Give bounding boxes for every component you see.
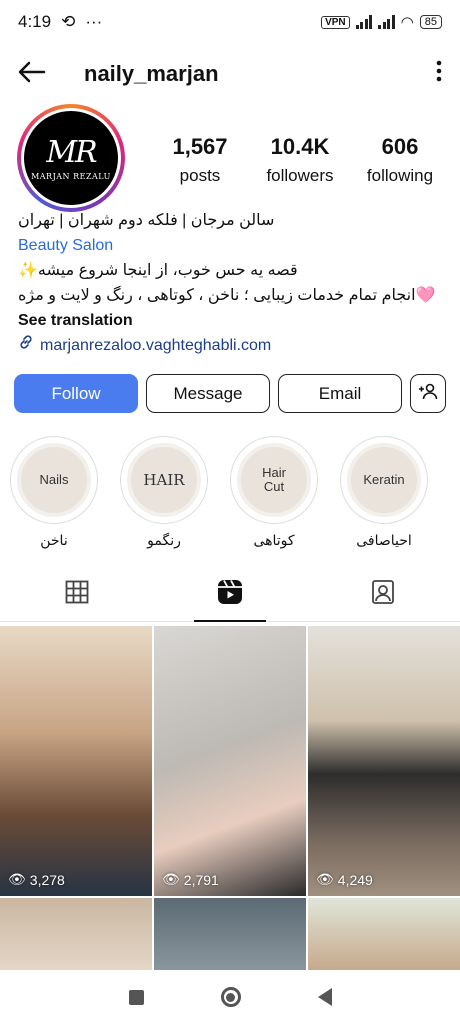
bio-line: سالن مرجان | فلکه دوم شهران | تهران bbox=[18, 212, 275, 229]
username-title: naily_marjan bbox=[84, 61, 219, 86]
profile-avatar-ring[interactable]: MR MARJAN REZALU bbox=[17, 104, 125, 212]
system-nav-bar bbox=[0, 970, 460, 1024]
eye-icon: 👁 bbox=[8, 871, 26, 887]
vpn-badge: VPN bbox=[321, 15, 350, 29]
highlight-item[interactable]: Hair Cut کوتاهی bbox=[230, 436, 318, 549]
status-time: 4:19 bbox=[18, 12, 52, 31]
reel-thumbnail[interactable]: 👁 2,791 bbox=[154, 626, 306, 896]
reel-thumbnail[interactable]: 👁 4,249 bbox=[308, 626, 460, 896]
profile-tabs bbox=[0, 568, 460, 622]
highlight-label: احیاصافی bbox=[356, 532, 412, 548]
highlight-cover: Hair Cut bbox=[237, 443, 311, 517]
tab-tagged[interactable] bbox=[307, 568, 460, 621]
reel-thumbnail[interactable] bbox=[154, 898, 306, 970]
external-link-text: marjanrezaloo.vaghteghabli.com bbox=[40, 337, 272, 354]
highlight-label: ناخن bbox=[40, 532, 68, 548]
suggest-users-button[interactable] bbox=[410, 374, 446, 413]
see-translation-link[interactable]: See translation bbox=[18, 308, 442, 333]
reel-thumbnail[interactable] bbox=[0, 898, 152, 970]
highlight-item[interactable]: Keratin احیاصافی bbox=[340, 436, 428, 549]
signal-icon bbox=[355, 15, 373, 29]
wifi-icon: ◠ bbox=[400, 14, 414, 31]
more-options-icon[interactable] bbox=[436, 60, 442, 88]
message-button[interactable]: Message bbox=[146, 374, 270, 413]
external-link[interactable]: marjanrezaloo.vaghteghabli.com bbox=[18, 333, 442, 358]
profile-actions: Follow Message Email bbox=[14, 374, 446, 413]
following-stat[interactable]: 606 following bbox=[350, 134, 450, 186]
highlight-label: کوتاهی bbox=[253, 532, 295, 548]
highlight-item[interactable]: Nails ناخن bbox=[10, 436, 98, 549]
posts-stat[interactable]: 1,567 posts bbox=[150, 134, 250, 186]
followers-label: followers bbox=[266, 166, 334, 185]
following-label: following bbox=[366, 166, 434, 185]
view-count: 👁 4,249 bbox=[316, 871, 373, 888]
highlight-cover: Nails bbox=[17, 443, 91, 517]
status-bar: 4:19 ⟲ ··· VPN ◠ 85 bbox=[0, 0, 460, 44]
bio-line: قصه یه حس خوب، از اینجا شروع میشه✨ bbox=[18, 262, 298, 279]
add-person-icon bbox=[418, 382, 438, 405]
highlight-cover: Keratin bbox=[347, 443, 421, 517]
following-count: 606 bbox=[381, 134, 419, 159]
posts-count: 1,567 bbox=[172, 134, 228, 159]
avatar: MR MARJAN REZALU bbox=[24, 111, 118, 205]
avatar-monogram: MR bbox=[46, 135, 97, 170]
follow-button[interactable]: Follow bbox=[14, 374, 138, 413]
profile-stats: 1,567 posts 10.4K followers 606 followin… bbox=[150, 134, 450, 186]
more-notifications-icon: ··· bbox=[85, 12, 103, 31]
profile-bio: سالن مرجان | فلکه دوم شهران | تهران Beau… bbox=[18, 208, 442, 358]
sync-icon: ⟲ bbox=[61, 12, 76, 31]
back-arrow-icon[interactable] bbox=[18, 58, 62, 90]
tagged-person-icon bbox=[370, 579, 396, 610]
grid-icon bbox=[65, 580, 89, 609]
battery-icon: 85 bbox=[419, 15, 442, 29]
view-count-text: 4,249 bbox=[337, 871, 373, 888]
tab-posts-grid[interactable] bbox=[0, 568, 153, 621]
view-count: 👁 2,791 bbox=[162, 871, 219, 888]
bio-line: 🩷انجام تمام خدمات زیبایی ؛ ناخن ، کوتاهی… bbox=[18, 287, 436, 304]
recents-icon[interactable] bbox=[128, 989, 144, 1005]
reel-thumbnail[interactable] bbox=[308, 898, 460, 970]
view-count-text: 2,791 bbox=[183, 871, 219, 888]
highlight-cover: HAIR bbox=[127, 443, 201, 517]
view-count: 👁 3,278 bbox=[8, 871, 65, 888]
back-triangle-icon[interactable] bbox=[317, 988, 332, 1006]
profile-header: naily_marjan bbox=[0, 52, 460, 96]
tab-reels[interactable] bbox=[153, 568, 306, 622]
signal-icon bbox=[378, 15, 395, 29]
posts-label: posts bbox=[179, 166, 221, 185]
highlight-item[interactable]: HAIR رنگمو bbox=[120, 436, 208, 549]
story-highlights: Nails ناخن HAIR رنگمو Hair Cut کوتاهی Ke… bbox=[10, 436, 460, 549]
email-button[interactable]: Email bbox=[278, 374, 402, 413]
followers-stat[interactable]: 10.4K followers bbox=[250, 134, 350, 186]
home-icon[interactable] bbox=[220, 987, 241, 1007]
reels-icon bbox=[217, 579, 243, 610]
highlight-label: رنگمو bbox=[147, 532, 181, 548]
eye-icon: 👁 bbox=[316, 871, 334, 887]
view-count-text: 3,278 bbox=[29, 871, 65, 888]
reels-grid: 👁 3,278 👁 2,791 👁 4,249 bbox=[0, 626, 460, 970]
link-icon bbox=[18, 333, 34, 358]
followers-count: 10.4K bbox=[270, 134, 330, 159]
category-label: Beauty Salon bbox=[18, 237, 114, 254]
reel-thumbnail[interactable]: 👁 3,278 bbox=[0, 626, 152, 896]
avatar-brand: MARJAN REZALU bbox=[31, 172, 111, 181]
eye-icon: 👁 bbox=[162, 871, 180, 887]
